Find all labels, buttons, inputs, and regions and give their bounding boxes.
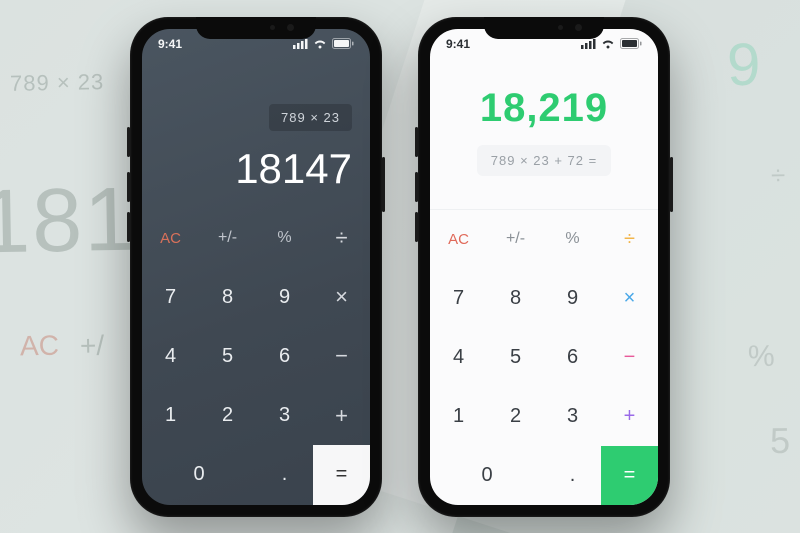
sign-button[interactable]: +/- [487,210,544,269]
notch [484,17,604,39]
battery-icon [620,38,642,49]
result-display: 18147 [235,145,352,193]
status-time: 9:41 [158,37,182,51]
status-icons [293,38,354,49]
phone-frame-light: 9:41 18,219 789 × 23 + 72 = AC +/- % ÷ 7… [418,17,670,517]
digit-6-button[interactable]: 6 [256,327,313,386]
digit-3-button[interactable]: 3 [544,387,601,446]
result-display: 18,219 [480,86,608,131]
expression-display: 789 × 23 [269,104,352,131]
display-area: 18,219 789 × 23 + 72 = [430,59,658,209]
display-area: 789 × 23 18147 [142,59,370,209]
signal-icon [581,39,596,49]
phone-frame-dark: 9:41 789 × 23 18147 AC +/- % ÷ 7 8 9 × [130,17,382,517]
add-button[interactable]: + [313,386,370,445]
wifi-icon [313,39,327,49]
digit-3-button[interactable]: 3 [256,386,313,445]
digit-1-button[interactable]: 1 [142,386,199,445]
subtract-button[interactable]: − [601,328,658,387]
digit-2-button[interactable]: 2 [487,387,544,446]
digit-8-button[interactable]: 8 [487,269,544,328]
divide-button[interactable]: ÷ [313,209,370,268]
status-time: 9:41 [446,37,470,51]
calculator-screen-dark: 9:41 789 × 23 18147 AC +/- % ÷ 7 8 9 × [142,29,370,505]
digit-7-button[interactable]: 7 [142,268,199,327]
digit-9-button[interactable]: 9 [544,269,601,328]
divide-button[interactable]: ÷ [601,210,658,269]
digit-2-button[interactable]: 2 [199,386,256,445]
decimal-button[interactable]: . [544,446,601,505]
status-icons [581,38,642,49]
digit-6-button[interactable]: 6 [544,328,601,387]
digit-7-button[interactable]: 7 [430,269,487,328]
digit-0-button[interactable]: 0 [142,445,256,504]
expression-display: 789 × 23 + 72 = [477,145,611,176]
percent-button[interactable]: % [256,209,313,268]
digit-4-button[interactable]: 4 [430,328,487,387]
digit-0-button[interactable]: 0 [430,446,544,505]
clear-button[interactable]: AC [430,210,487,269]
digit-5-button[interactable]: 5 [199,327,256,386]
equals-button[interactable]: = [313,445,370,504]
keypad: AC +/- % ÷ 7 8 9 × 4 5 6 − 1 2 3 + 0 . = [142,209,370,505]
signal-icon [293,39,308,49]
wifi-icon [601,39,615,49]
sign-button[interactable]: +/- [199,209,256,268]
digit-4-button[interactable]: 4 [142,327,199,386]
equals-button[interactable]: = [601,446,658,505]
clear-button[interactable]: AC [142,209,199,268]
notch [196,17,316,39]
multiply-button[interactable]: × [601,269,658,328]
digit-5-button[interactable]: 5 [487,328,544,387]
subtract-button[interactable]: − [313,327,370,386]
keypad: AC +/- % ÷ 7 8 9 × 4 5 6 − 1 2 3 + 0 . = [430,209,658,505]
digit-9-button[interactable]: 9 [256,268,313,327]
percent-button[interactable]: % [544,210,601,269]
calculator-screen-light: 9:41 18,219 789 × 23 + 72 = AC +/- % ÷ 7… [430,29,658,505]
digit-8-button[interactable]: 8 [199,268,256,327]
multiply-button[interactable]: × [313,268,370,327]
digit-1-button[interactable]: 1 [430,387,487,446]
battery-icon [332,38,354,49]
decimal-button[interactable]: . [256,445,313,504]
add-button[interactable]: + [601,387,658,446]
